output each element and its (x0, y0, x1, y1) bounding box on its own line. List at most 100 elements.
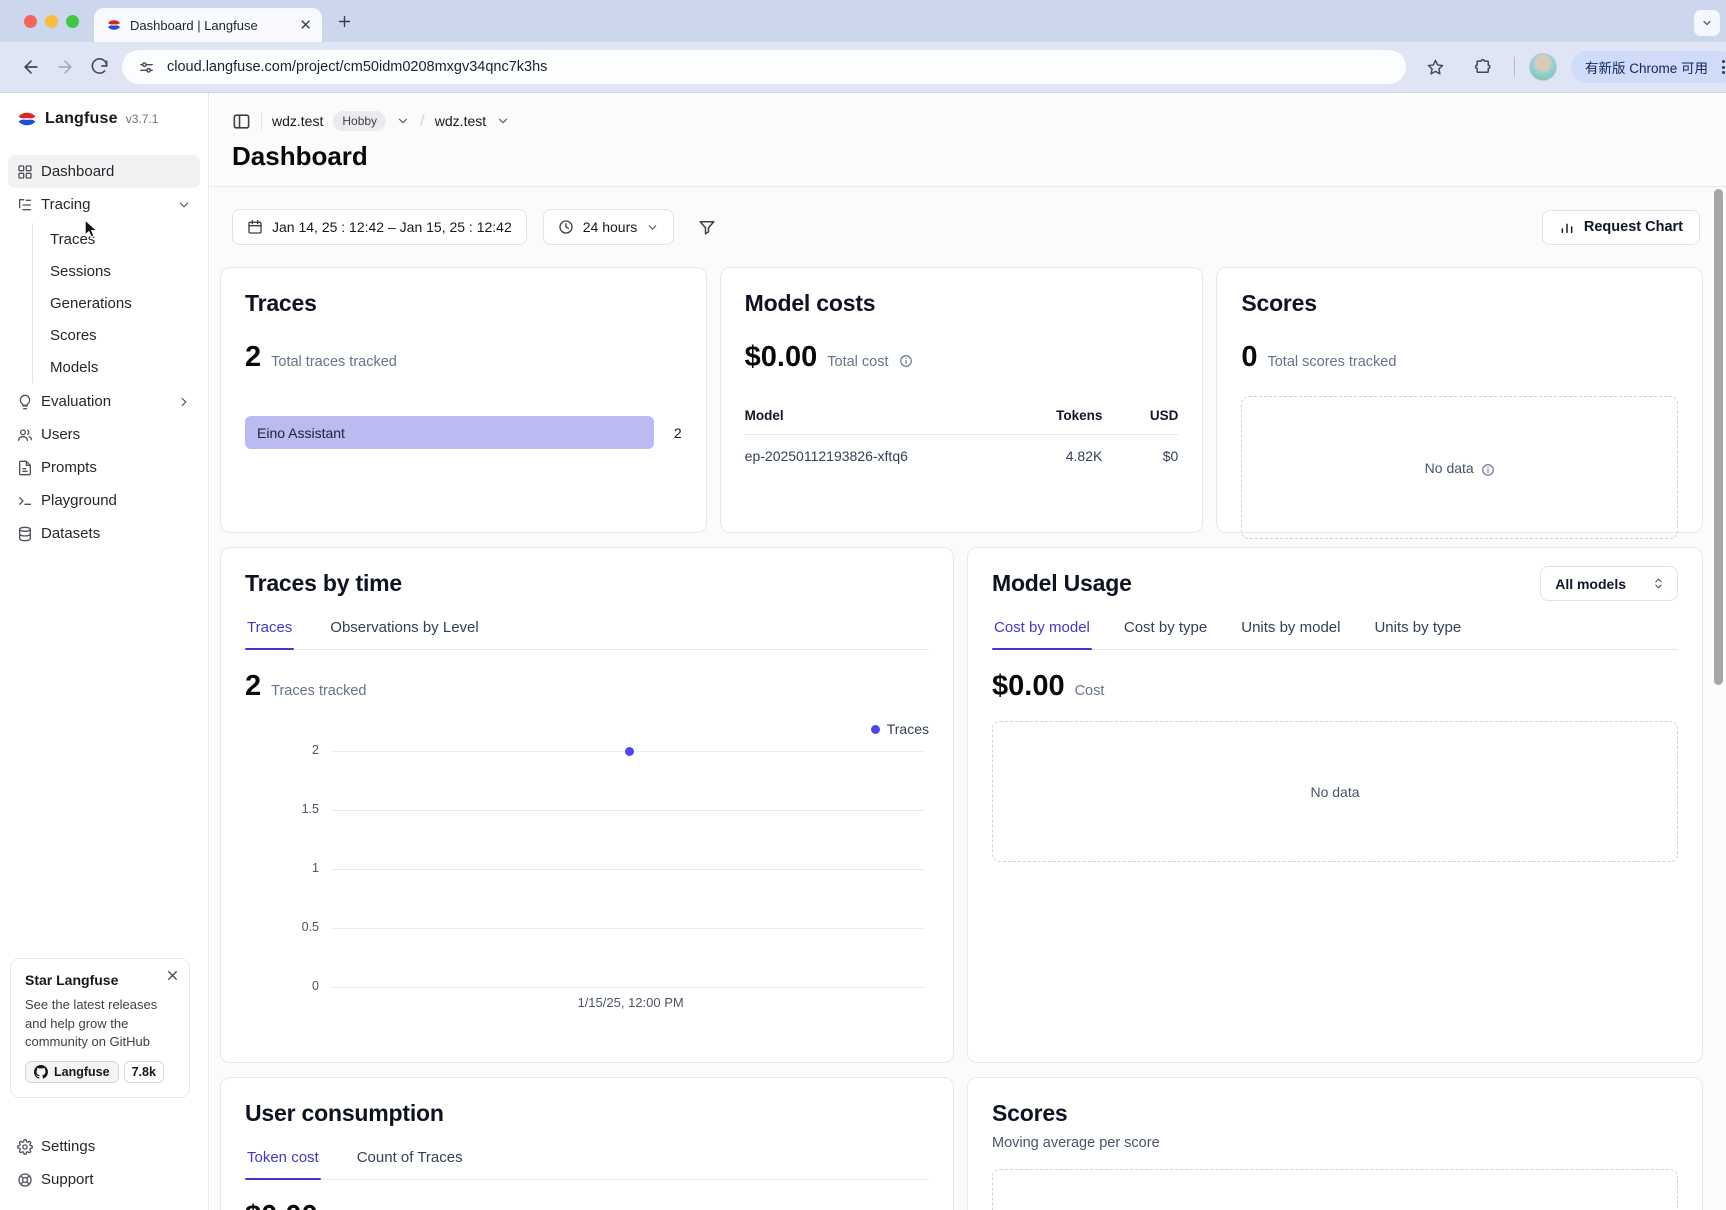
sidebar-item-datasets[interactable]: Datasets (8, 517, 200, 550)
terminal-icon (17, 493, 33, 509)
project-name[interactable]: wdz.test (435, 113, 486, 129)
user-total-cost: $0.00 (245, 1200, 318, 1210)
close-icon[interactable] (166, 969, 179, 982)
window-zoom-button[interactable] (66, 15, 79, 28)
new-tab-button[interactable] (336, 13, 353, 30)
traces-by-time-card: Traces by time Traces Observations by Le… (220, 547, 954, 1063)
toolbar-right-cluster: 有新版 Chrome 可用 (1418, 50, 1726, 84)
sidebar-item-playground[interactable]: Playground (8, 484, 200, 517)
tab-token-cost[interactable]: Token cost (245, 1149, 321, 1179)
site-info-icon[interactable] (138, 59, 155, 76)
bookmark-star-icon[interactable] (1418, 50, 1452, 84)
request-chart-button[interactable]: Request Chart (1542, 210, 1700, 245)
star-langfuse-card: Star Langfuse See the latest releases an… (10, 958, 190, 1098)
traces-by-time-tabs: Traces Observations by Level (245, 619, 929, 650)
info-icon[interactable] (899, 354, 913, 368)
chart-data-point[interactable] (625, 747, 634, 756)
scores-moving-average-card: Scores Moving average per score No data (967, 1077, 1703, 1210)
chrome-update-button[interactable]: 有新版 Chrome 可用 (1571, 51, 1726, 83)
browser-tab[interactable]: Dashboard | Langfuse ✕ (94, 8, 322, 42)
model-costs-table: Model Tokens USD ep-20250112193826-xftq6… (745, 408, 1179, 464)
chevron-right-icon (177, 395, 191, 409)
extensions-puzzle-icon[interactable] (1466, 50, 1500, 84)
breadcrumb: wdz.test Hobby / wdz.test (232, 103, 1726, 139)
sidebar-item-scores[interactable]: Scores (42, 319, 200, 351)
tab-close-icon[interactable]: ✕ (299, 18, 312, 33)
date-range-picker[interactable]: Jan 14, 25 : 12:42 – Jan 15, 25 : 12:42 (232, 209, 527, 245)
interval-dropdown[interactable]: 24 hours (543, 209, 674, 245)
model-costs-card: Model costs $0.00 Total cost Model Toke (720, 267, 1204, 533)
tab-cost-by-type[interactable]: Cost by type (1122, 619, 1209, 649)
sidebar-item-evaluation[interactable]: Evaluation (8, 385, 200, 418)
users-icon (17, 427, 33, 443)
user-consumption-tabs: Token cost Count of Traces (245, 1149, 929, 1180)
star-card-body: See the latest releases and help grow th… (25, 996, 175, 1051)
scores-card: Scores 0 Total scores tracked No data (1216, 267, 1703, 533)
profile-avatar[interactable] (1529, 53, 1557, 81)
org-name[interactable]: wdz.test (272, 113, 323, 129)
plan-badge: Hobby (333, 111, 386, 131)
browser-window: Dashboard | Langfuse ✕ cloud.langfuse.co… (0, 0, 1726, 1210)
sidebar-item-dashboard[interactable]: Dashboard (8, 155, 200, 188)
filter-funnel-icon[interactable] (698, 218, 716, 236)
legend-dot-icon (871, 725, 880, 734)
calendar-icon (247, 219, 263, 235)
breadcrumb-slash: / (420, 111, 425, 131)
table-row[interactable]: ep-20250112193826-xftq6 4.82K $0 (745, 435, 1179, 464)
sidebar-item-traces[interactable]: Traces (42, 223, 200, 255)
sidebar-item-sessions[interactable]: Sessions (42, 255, 200, 287)
sidebar-item-support[interactable]: Support (8, 1163, 201, 1196)
sidebar-item-tracing[interactable]: Tracing (8, 188, 200, 221)
all-models-select[interactable]: All models (1540, 566, 1678, 601)
sidebar-item-users[interactable]: Users (8, 418, 200, 451)
sidebar-item-generations[interactable]: Generations (42, 287, 200, 319)
sidebar-item-models[interactable]: Models (42, 351, 200, 383)
window-close-button[interactable] (24, 15, 37, 28)
scores-total: 0 (1241, 341, 1257, 374)
trace-name-bar[interactable]: Eino Assistant (245, 416, 654, 449)
url-bar[interactable]: cloud.langfuse.com/project/cm50idm0208mx… (122, 50, 1406, 84)
tab-traces[interactable]: Traces (245, 619, 294, 649)
mouse-cursor (84, 219, 99, 239)
window-minimize-button[interactable] (45, 15, 58, 28)
no-data-placeholder: No data (1241, 396, 1678, 539)
traces-tracked-value: 2 (245, 670, 261, 703)
traces-card: Traces 2 Total traces tracked Eino Assis… (220, 267, 707, 533)
toolbar-divider (1514, 57, 1515, 77)
tab-units-by-type[interactable]: Units by type (1372, 619, 1463, 649)
github-icon (34, 1065, 48, 1079)
project-switcher-chevron-icon[interactable] (496, 114, 510, 128)
chart-gridline (331, 928, 925, 929)
tab-observations-by-level[interactable]: Observations by Level (328, 619, 480, 649)
org-switcher-chevron-icon[interactable] (396, 114, 410, 128)
tab-count-of-traces[interactable]: Count of Traces (355, 1149, 465, 1179)
legend-label: Traces (887, 721, 929, 737)
info-icon[interactable] (1481, 463, 1495, 477)
model-usage-card: Model Usage All models Cost by model Cos… (967, 547, 1703, 1063)
back-button[interactable] (14, 50, 48, 84)
tab-cost-by-model[interactable]: Cost by model (992, 619, 1092, 649)
chart-gridline (331, 987, 925, 988)
total-cost-value: $0.00 (745, 341, 818, 374)
y-tick-label: 0.5 (273, 920, 319, 934)
sidebar-menu: Dashboard Tracing Traces Sessions Genera… (0, 143, 208, 550)
brand-version: v3.7.1 (126, 112, 159, 126)
browser-menu-kebab-icon[interactable] (1718, 60, 1726, 74)
tab-search-button[interactable] (1694, 10, 1720, 36)
file-text-icon (17, 460, 33, 476)
clock-icon (558, 219, 574, 235)
chevron-down-icon (177, 198, 191, 212)
github-star-button[interactable]: Langfuse (25, 1061, 119, 1083)
lifebuoy-icon (17, 1172, 33, 1188)
page-scrollbar[interactable] (1714, 189, 1723, 685)
database-icon (17, 526, 33, 542)
reload-button[interactable] (82, 50, 116, 84)
sidebar-item-settings[interactable]: Settings (8, 1130, 201, 1163)
sidebar-footer: Settings Support (8, 1130, 201, 1196)
tab-units-by-model[interactable]: Units by model (1239, 619, 1342, 649)
traces-chart-plot: 00.511.52 (331, 751, 925, 987)
y-tick-label: 0 (273, 979, 319, 993)
star-card-title: Star Langfuse (25, 972, 175, 988)
sidebar-toggle-icon[interactable] (232, 112, 251, 131)
sidebar-item-prompts[interactable]: Prompts (8, 451, 200, 484)
